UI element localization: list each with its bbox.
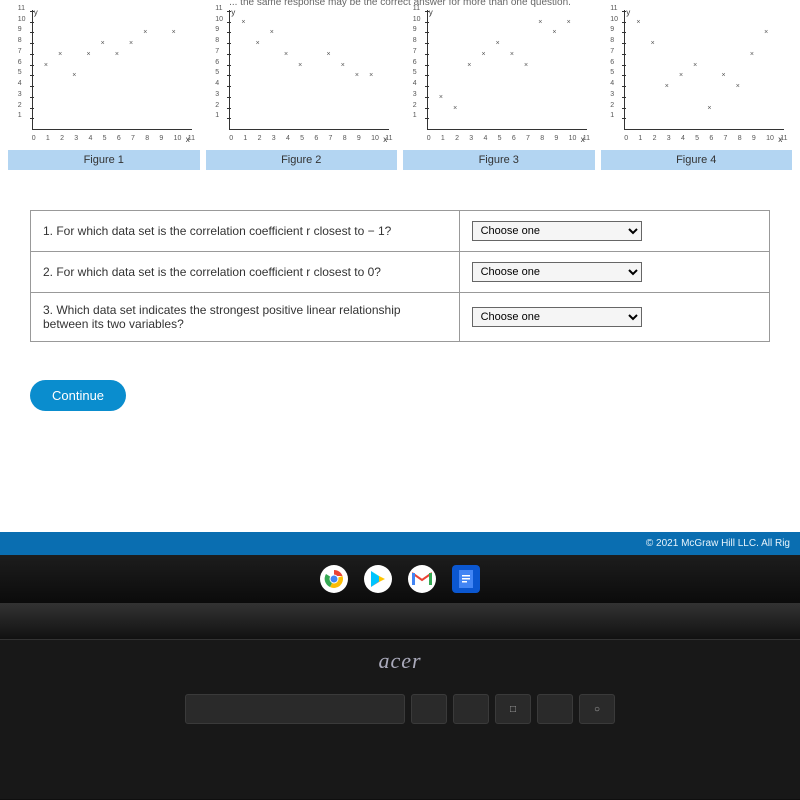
- data-point: ×: [439, 96, 443, 100]
- answer-select-2[interactable]: Choose oneFigure 1Figure 2Figure 3Figure…: [472, 262, 642, 282]
- data-point: ×: [143, 31, 147, 35]
- data-point: ×: [524, 64, 528, 68]
- answer-select-1[interactable]: Choose oneFigure 1Figure 2Figure 3Figure…: [472, 221, 642, 241]
- data-point: ×: [129, 42, 133, 46]
- data-point: ×: [58, 53, 62, 57]
- figure-label: Figure 4: [601, 150, 793, 170]
- data-point: ×: [101, 42, 105, 46]
- copyright-footer: © 2021 McGraw Hill LLC. All Rig: [0, 532, 800, 555]
- scatter-plot: yx123456789101101234567891011×××××××××: [14, 8, 194, 148]
- scatter-plot: yx123456789101101234567891011××××××××××: [409, 8, 589, 148]
- data-point: ×: [538, 21, 542, 25]
- question-row: 2. For which data set is the correlation…: [31, 252, 770, 293]
- chrome-icon[interactable]: [320, 565, 348, 593]
- brand-logo: acer: [0, 640, 800, 682]
- spacebar-key: [185, 694, 405, 724]
- question-answer-cell: Choose oneFigure 1Figure 2Figure 3Figure…: [459, 252, 769, 293]
- key-generic: ○: [579, 694, 615, 724]
- question-answer-cell: Choose oneFigure 1Figure 2Figure 3Figure…: [459, 293, 769, 342]
- data-point: ×: [510, 53, 514, 57]
- figure-label: Figure 3: [403, 150, 595, 170]
- key-generic: [411, 694, 447, 724]
- data-point: ×: [298, 64, 302, 68]
- question-text: 1. For which data set is the correlation…: [31, 211, 460, 252]
- data-point: ×: [679, 74, 683, 78]
- question-text: 3. Which data set indicates the stronges…: [31, 293, 460, 342]
- data-point: ×: [369, 74, 373, 78]
- data-point: ×: [693, 64, 697, 68]
- data-point: ×: [284, 53, 288, 57]
- figure-2: yx123456789101101234567891011×××××××××Fi…: [206, 8, 398, 170]
- data-point: ×: [355, 74, 359, 78]
- data-point: ×: [115, 53, 119, 57]
- key-generic: [537, 694, 573, 724]
- key-row: □ ○: [0, 682, 800, 724]
- figure-label: Figure 1: [8, 150, 200, 170]
- data-point: ×: [496, 42, 500, 46]
- data-point: ×: [44, 64, 48, 68]
- data-point: ×: [665, 85, 669, 89]
- scatter-plot: yx123456789101101234567891011×××××××××: [211, 8, 391, 148]
- key-generic: □: [495, 694, 531, 724]
- data-point: ×: [736, 85, 740, 89]
- question-row: 1. For which data set is the correlation…: [31, 211, 770, 252]
- questions-table: 1. For which data set is the correlation…: [30, 210, 770, 342]
- scatter-plot: yx123456789101101234567891011××××××××××: [606, 8, 786, 148]
- docs-icon[interactable]: [452, 565, 480, 593]
- play-store-icon[interactable]: [364, 565, 392, 593]
- question-answer-cell: Choose oneFigure 1Figure 2Figure 3Figure…: [459, 211, 769, 252]
- question-text: 2. For which data set is the correlation…: [31, 252, 460, 293]
- figure-label: Figure 2: [206, 150, 398, 170]
- figure-4: yx123456789101101234567891011××××××××××F…: [601, 8, 793, 170]
- questions-tbody: 1. For which data set is the correlation…: [31, 211, 770, 342]
- laptop-chassis: acer □ ○: [0, 603, 800, 800]
- figure-1: yx123456789101101234567891011×××××××××Fi…: [8, 8, 200, 170]
- taskbar: [0, 555, 800, 603]
- data-point: ×: [722, 74, 726, 78]
- figure-3: yx123456789101101234567891011××××××××××F…: [403, 8, 595, 170]
- data-point: ×: [86, 53, 90, 57]
- data-point: ×: [707, 107, 711, 111]
- questions-area: 1. For which data set is the correlation…: [30, 210, 770, 342]
- data-point: ×: [341, 64, 345, 68]
- answer-select-3[interactable]: Choose oneFigure 1Figure 2Figure 3Figure…: [472, 307, 642, 327]
- keyboard-deck: acer □ ○: [0, 639, 800, 799]
- data-point: ×: [651, 42, 655, 46]
- key-generic: [453, 694, 489, 724]
- data-point: ×: [750, 53, 754, 57]
- app-screen: ... the same response may be the correct…: [0, 0, 800, 555]
- data-point: ×: [72, 74, 76, 78]
- question-row: 3. Which data set indicates the stronges…: [31, 293, 770, 342]
- continue-button[interactable]: Continue: [30, 380, 126, 411]
- data-point: ×: [256, 42, 260, 46]
- data-point: ×: [327, 53, 331, 57]
- gmail-icon[interactable]: [408, 565, 436, 593]
- data-point: ×: [481, 53, 485, 57]
- laptop-hinge: [0, 603, 800, 639]
- data-point: ×: [552, 31, 556, 35]
- data-point: ×: [764, 31, 768, 35]
- figures-row: yx123456789101101234567891011×××××××××Fi…: [0, 0, 800, 170]
- data-point: ×: [567, 21, 571, 25]
- data-point: ×: [241, 21, 245, 25]
- data-point: ×: [467, 64, 471, 68]
- data-point: ×: [270, 31, 274, 35]
- data-point: ×: [453, 107, 457, 111]
- data-point: ×: [636, 21, 640, 25]
- data-point: ×: [172, 31, 176, 35]
